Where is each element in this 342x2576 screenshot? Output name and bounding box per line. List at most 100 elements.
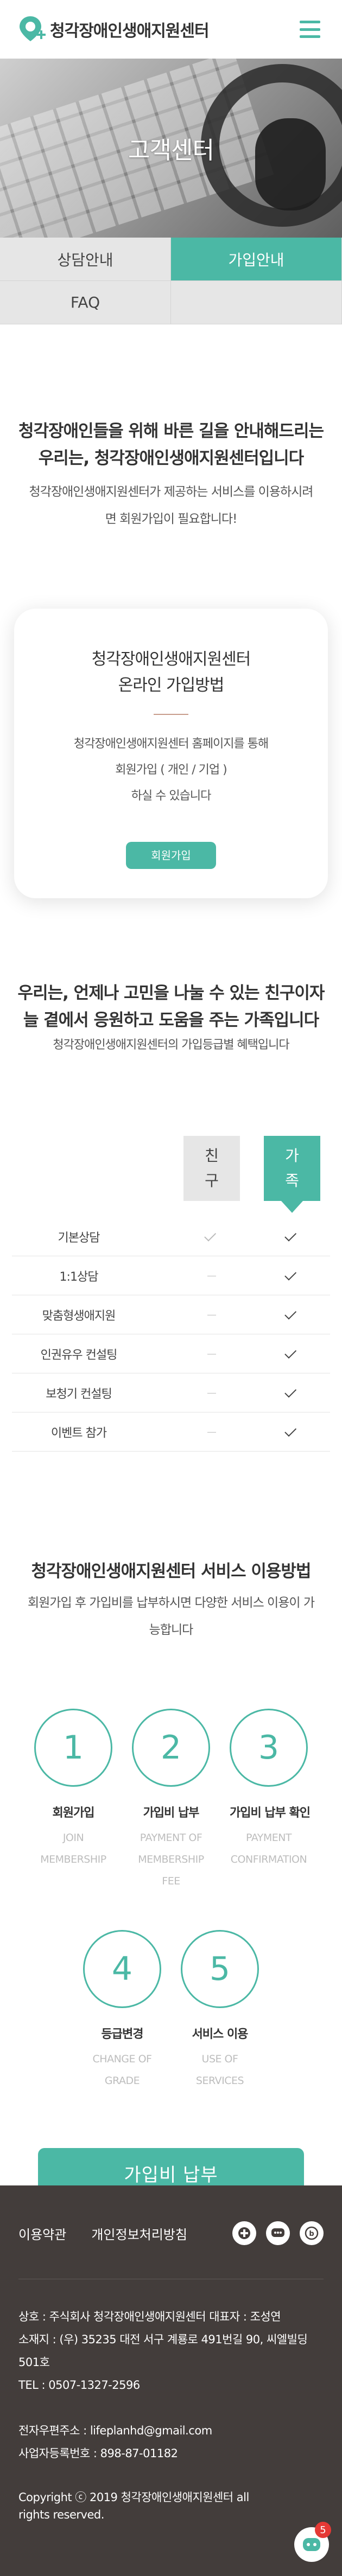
check-icon [284, 1268, 297, 1281]
chat-icon[interactable] [266, 2221, 290, 2245]
family-benefit-cell [264, 1385, 320, 1399]
benefit-label: 보청기 컨설팅 [46, 1387, 112, 1401]
step-subtitle: PAYMENT CONFIRMATION [230, 1832, 307, 1865]
friend-benefit-cell [183, 1386, 240, 1399]
column-friend: 친구 [183, 1136, 240, 1201]
location-pin-plus-icon [20, 16, 46, 41]
terms-link[interactable]: 이용약관 [18, 2224, 66, 2243]
friend-benefit-cell [183, 1308, 240, 1321]
step-number: 4 [83, 1930, 161, 2008]
check-icon [284, 1229, 297, 1242]
step-title: 등급변경 [101, 2028, 144, 2041]
step-subtitle: PAYMENT OF MEMBERSHIP FEE [138, 1832, 204, 1887]
benefit-row: 이벤트 참가 [12, 1412, 330, 1452]
card-text: 청각장애인생애지원센터 홈페이지를 통해 회원가입 ( 개인 / 기업 ) 하실… [73, 737, 269, 803]
benefit-label: 기본상담 [58, 1231, 100, 1245]
step-subtitle: JOIN MEMBERSHIP [40, 1832, 106, 1865]
signup-button[interactable]: 회원가입 [126, 842, 216, 869]
dash-icon [207, 1431, 216, 1433]
step-grade-change: 4 등급변경 CHANGE OF GRADE [83, 1930, 161, 2092]
family-benefit-cell [264, 1346, 320, 1360]
family-benefit-cell [264, 1424, 320, 1439]
site-footer: 이용약관 개인정보처리방침 b 상호 : 주식회사 청각장애인생애지원센터 대표… [0, 2185, 342, 2576]
friend-benefit-cell [183, 1269, 240, 1282]
check-icon [284, 1307, 297, 1320]
benefits-heading: 우리는, 언제나 고민을 나눌 수 있는 친구이자 늘 곁에서 응원하고 도움을… [17, 983, 325, 1030]
signup-method-card: 청각장애인생애지원센터 온라인 가입방법 청각장애인생애지원센터 홈페이지를 통… [14, 609, 328, 898]
page: 청각장애인생애지원센터 고객센터 상담안내 가입안내 FAQ 청각장애인들을 위… [0, 0, 342, 2576]
benefit-label: 맞춤형생애지원 [42, 1309, 116, 1323]
step-number: 3 [230, 1709, 308, 1787]
step-subtitle: USE OF SERVICES [195, 2053, 244, 2087]
intro-description: 청각장애인생애지원센터가 제공하는 서비스를 이용하시려 면 회원가입이 필요합… [29, 485, 314, 526]
step-confirmation: 3 가입비 납부 확인 PAYMENT CONFIRMATION [230, 1709, 311, 1892]
step-subtitle: CHANGE OF GRADE [92, 2053, 152, 2087]
benefits-table: 친구 가족 기본상담 1:1상담맞춤형생애지원인권유우 컨설팅보청기 컨설팅이벤트… [12, 1136, 330, 1452]
step-number: 2 [132, 1709, 210, 1787]
card-title: 청각장애인생애지원센터 온라인 가입방법 [91, 650, 251, 695]
tab-consultation[interactable]: 상담안내 [0, 238, 171, 281]
company-info: 상호 : 주식회사 청각장애인생애지원센터 대표자 : 조성연 소재지 : (우… [18, 2310, 308, 2392]
benefit-row: 기본상담 [12, 1217, 330, 1256]
benefit-label: 1:1상담 [59, 1270, 99, 1284]
benefit-row: 맞춤형생애지원 [12, 1295, 330, 1334]
friend-benefit-cell [183, 1425, 240, 1439]
check-icon [284, 1385, 297, 1398]
dash-icon [207, 1392, 216, 1394]
step-title: 가입비 납부 확인 [230, 1806, 311, 1820]
step-title: 회원가입 [52, 1806, 95, 1820]
benefits-rows: 기본상담 1:1상담맞춤형생애지원인권유우 컨설팅보청기 컨설팅이벤트 참가 [12, 1217, 330, 1452]
contact-info: 전자우편주소 : lifeplanhd@gmail.com 사업자등록번호 : … [18, 2424, 212, 2460]
social-icons: b [232, 2221, 324, 2245]
benefits-intro: 우리는, 언제나 고민을 나눌 수 있는 친구이자 늘 곁에서 응원하고 도움을… [0, 898, 342, 1054]
family-benefit-cell [264, 1307, 320, 1321]
friend-benefit-cell [183, 1229, 240, 1243]
kakao-plus-icon[interactable] [232, 2221, 256, 2245]
service-section: 청각장애인생애지원센터 서비스 이용방법 회원가입 후 가입비를 납부하시면 다… [0, 1452, 342, 1644]
check-icon [284, 1346, 297, 1359]
benefit-label: 이벤트 참가 [50, 1426, 107, 1440]
card-divider [154, 714, 188, 715]
check-icon [284, 1424, 297, 1437]
benefits-table-header: 친구 가족 [12, 1136, 330, 1217]
tab-faq[interactable]: FAQ [0, 281, 171, 324]
intro-section: 청각장애인들을 위해 바른 길을 안내해드리는 우리는, 청각장애인생애지원센터… [0, 324, 342, 533]
step-number: 1 [34, 1709, 112, 1787]
step-title: 가입비 납부 [143, 1806, 200, 1820]
column-family: 가족 [264, 1136, 320, 1201]
benefits-description: 청각장애인생애지원센터의 가입등급별 혜택입니다 [53, 1038, 289, 1052]
tab-bar: 상담안내 가입안내 FAQ [0, 238, 342, 324]
family-benefit-cell [264, 1268, 320, 1282]
step-payment: 2 가입비 납부 PAYMENT OF MEMBERSHIP FEE [132, 1709, 210, 1892]
service-steps: 1 회원가입 JOIN MEMBERSHIP 2 가입비 납부 PAYMENT O… [0, 1709, 342, 2130]
service-heading: 청각장애인생애지원센터 서비스 이용방법 [31, 1562, 312, 1581]
family-benefit-cell [264, 1229, 320, 1243]
site-header: 청각장애인생애지원센터 [0, 0, 342, 59]
logo-text: 청각장애인생애지원센터 [50, 22, 210, 41]
hamburger-menu-icon[interactable] [300, 21, 320, 38]
benefit-row: 1:1상담 [12, 1256, 330, 1295]
copyright: Copyright ⓒ 2019 청각장애인생애지원센터 all rights … [18, 2491, 249, 2521]
check-icon [204, 1229, 217, 1242]
service-description: 회원가입 후 가입비를 납부하시면 다양한 서비스 이용이 가 능합니다 [27, 1596, 315, 1637]
chat-widget-button[interactable]: 5 [294, 2522, 331, 2562]
step-use-services: 5 서비스 이용 USE OF SERVICES [181, 1930, 259, 2092]
hero-banner: 고객센터 [0, 59, 342, 238]
page-title: 고객센터 [128, 137, 214, 164]
tab-empty [171, 281, 342, 324]
svg-text:b: b [309, 2230, 314, 2238]
benefit-label: 인권유우 컨설팅 [40, 1348, 118, 1362]
privacy-link[interactable]: 개인정보처리방침 [91, 2224, 187, 2243]
step-join: 1 회원가입 JOIN MEMBERSHIP [34, 1709, 112, 1892]
step-title: 서비스 이용 [192, 2028, 249, 2041]
benefit-row: 보청기 컨설팅 [12, 1373, 330, 1412]
blog-icon[interactable]: b [300, 2221, 324, 2245]
step-number: 5 [181, 1930, 259, 2008]
notification-badge: 5 [315, 2522, 331, 2538]
friend-benefit-cell [183, 1347, 240, 1360]
logo[interactable]: 청각장애인생애지원센터 [17, 14, 210, 44]
tab-membership[interactable]: 가입안내 [171, 238, 342, 281]
footer-links: 이용약관 개인정보처리방침 b [18, 2218, 324, 2248]
intro-heading: 청각장애인들을 위해 바른 길을 안내해드리는 우리는, 청각장애인생애지원센터… [18, 421, 324, 468]
benefit-row: 인권유우 컨설팅 [12, 1334, 330, 1373]
